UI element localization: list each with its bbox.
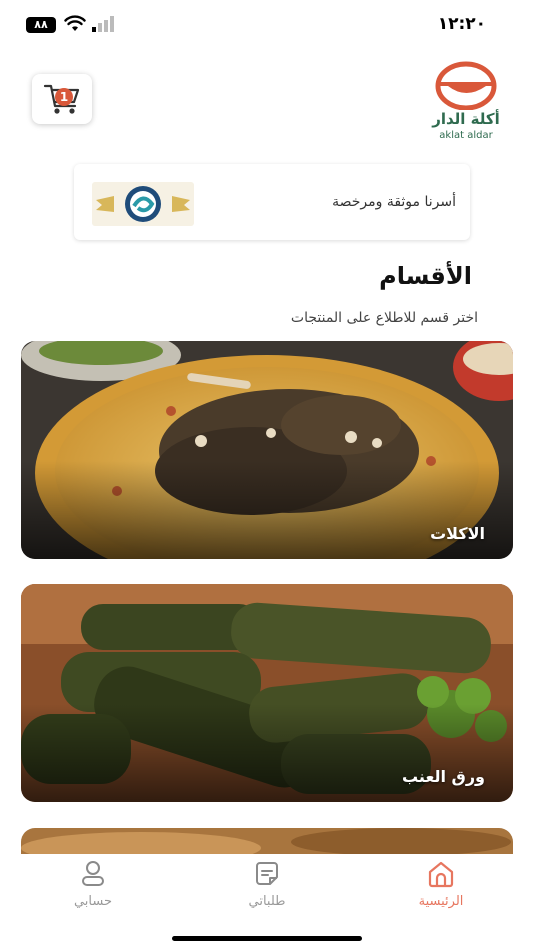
- cart-button[interactable]: 1: [32, 74, 92, 124]
- logo-bowl-icon: [435, 61, 497, 110]
- nav-label: حسابي: [73, 894, 113, 909]
- battery-indicator: ٨٨: [26, 17, 56, 33]
- category-label: الاكلات: [430, 524, 485, 543]
- cart-count-badge: 1: [55, 88, 73, 106]
- trust-banner: أسرنا موثقة ومرخصة: [74, 164, 470, 240]
- category-card-meals[interactable]: الاكلات: [21, 341, 513, 559]
- brand-logo: أكلة الدار aklat aldar: [426, 60, 506, 144]
- nav-label: الرئيسية: [418, 894, 464, 909]
- nav-label: طلباتي: [248, 894, 286, 909]
- section-title: الأقسام: [379, 262, 472, 290]
- certification-badge: [92, 182, 194, 226]
- home-indicator: [172, 936, 362, 941]
- logo-text-english: aklat aldar: [439, 130, 493, 141]
- orders-icon: [256, 862, 278, 885]
- wifi-icon: [64, 15, 86, 31]
- nav-orders[interactable]: طلباتي: [222, 860, 312, 909]
- certification-seal-icon: [96, 186, 190, 222]
- category-label: ورق العنب: [401, 767, 485, 786]
- section-subtitle: اختر قسم للاطلاع على المنتجات: [290, 310, 478, 326]
- nav-home[interactable]: الرئيسية: [396, 860, 486, 909]
- signal-icon: [92, 16, 114, 32]
- trust-text: أسرنا موثقة ومرخصة: [332, 194, 456, 210]
- logo-text-arabic: أكلة الدار: [432, 110, 500, 128]
- user-icon: [82, 861, 104, 886]
- nav-account[interactable]: حسابي: [48, 860, 138, 909]
- status-bar: ٨٨ ١٢:٢٠: [0, 0, 534, 50]
- status-time: ١٢:٢٠: [437, 14, 486, 34]
- home-icon: [428, 861, 454, 888]
- category-card-grape-leaves[interactable]: ورق العنب: [21, 584, 513, 802]
